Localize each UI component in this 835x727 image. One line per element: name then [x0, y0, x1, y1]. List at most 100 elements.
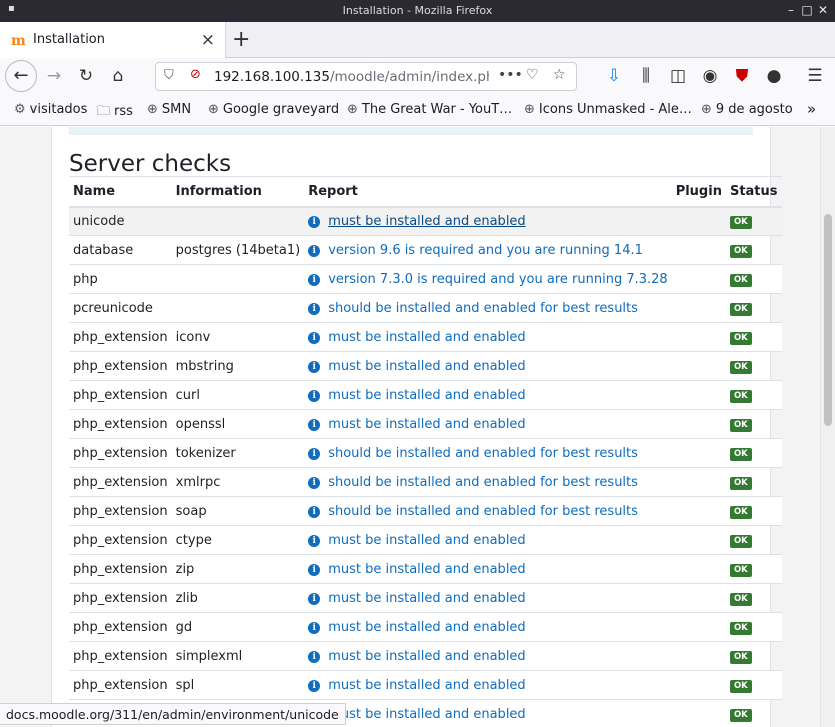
info-icon[interactable]: i — [308, 215, 321, 228]
row-status: OK — [725, 612, 782, 642]
globe-icon: ⊕ — [208, 102, 219, 117]
info-icon[interactable]: i — [308, 302, 321, 315]
report-link[interactable]: must be installed and enabled — [328, 330, 526, 345]
row-name: php_extension — [69, 496, 172, 526]
maximize-icon[interactable]: □ — [800, 3, 814, 17]
row-plugin — [671, 322, 726, 352]
hamburger-menu-icon[interactable]: ☰ — [802, 64, 828, 88]
library-icon[interactable]: ⫼ — [633, 64, 659, 88]
row-plugin — [671, 467, 726, 497]
minimize-icon[interactable]: – — [784, 3, 798, 17]
bookmark-smn[interactable]: ⊕ SMN — [147, 102, 191, 117]
info-icon[interactable]: i — [308, 592, 321, 605]
report-link[interactable]: must be installed and enabled — [328, 417, 526, 432]
scrollbar-thumb[interactable] — [824, 214, 832, 426]
report-link[interactable]: must be installed and enabled — [328, 591, 526, 606]
report-link[interactable]: should be installed and enabled for best… — [328, 475, 638, 490]
report-link[interactable]: should be installed and enabled for best… — [328, 504, 638, 519]
page-heading: Server checks — [69, 151, 232, 177]
close-tab-icon[interactable]: × — [201, 30, 215, 50]
bookmark-google-graveyard[interactable]: ⊕ Google graveyard — [208, 102, 339, 117]
info-icon[interactable]: i — [308, 476, 321, 489]
row-plugin — [671, 264, 726, 294]
ublock-icon[interactable]: ⛊ — [729, 64, 755, 88]
table-row: unicode i must be installed and enabled OK — [69, 206, 782, 236]
info-icon[interactable]: i — [308, 534, 321, 547]
close-window-icon[interactable]: ✕ — [816, 3, 830, 17]
report-link[interactable]: should be installed and enabled for best… — [328, 446, 638, 461]
status-badge: OK — [729, 303, 752, 316]
bookmark-rss[interactable]: 🗀 rss — [97, 102, 133, 124]
report-link[interactable]: version 7.3.0 is required and you are ru… — [328, 272, 668, 287]
extension-icon[interactable]: ◉ — [697, 64, 723, 88]
info-icon[interactable]: i — [308, 505, 321, 518]
info-icon[interactable]: i — [308, 447, 321, 460]
table-row: php_extension openssl i must be installed a… — [69, 409, 782, 439]
row-status: OK — [725, 235, 782, 265]
sidebar-icon[interactable]: ◫ — [665, 64, 691, 88]
status-badge: OK — [729, 274, 752, 287]
table-row: php_extension spl i must be installed and e… — [69, 670, 782, 700]
tracking-shield-icon[interactable]: ⛉ — [164, 68, 174, 83]
info-icon[interactable]: i — [308, 679, 321, 692]
new-tab-icon[interactable]: + — [232, 27, 250, 52]
info-icon[interactable]: i — [308, 563, 321, 576]
report-link[interactable]: must be installed and enabled — [328, 678, 526, 693]
reload-icon[interactable]: ↻ — [73, 64, 99, 88]
url-bar[interactable]: ⛉ ⊘ 192.168.100.135/moodle/admin/index.p… — [155, 62, 577, 91]
row-plugin — [671, 380, 726, 410]
table-row: php_extension soap i should be installed an… — [69, 496, 782, 526]
status-badge: OK — [729, 361, 752, 374]
row-information: zlib — [171, 583, 305, 613]
pocket-icon[interactable]: ♡ — [526, 67, 539, 83]
info-icon[interactable]: i — [308, 650, 321, 663]
row-plugin — [671, 641, 726, 671]
report-link[interactable]: must be installed and enabled — [328, 214, 526, 229]
info-icon[interactable]: i — [308, 418, 321, 431]
row-information: tokenizer — [171, 438, 305, 468]
report-link[interactable]: must be installed and enabled — [328, 649, 526, 664]
page-actions-icon[interactable]: ••• — [498, 67, 523, 83]
report-link[interactable]: must be installed and enabled — [328, 562, 526, 577]
row-plugin — [671, 409, 726, 439]
back-icon[interactable]: ← — [5, 60, 37, 92]
info-icon[interactable]: i — [308, 273, 321, 286]
bookmarks-overflow-icon[interactable]: » — [807, 100, 816, 118]
url-text[interactable]: 192.168.100.135/moodle/admin/index.php?c — [214, 69, 489, 85]
row-information: ctype — [171, 525, 305, 555]
bookmark-star-icon[interactable]: ☆ — [553, 67, 566, 83]
report-link[interactable]: must be installed and enabled — [328, 707, 526, 722]
row-report: i should be installed and enabled for bes… — [304, 293, 672, 323]
bookmark-9-de-agosto[interactable]: ⊕ 9 de agosto — [701, 102, 793, 117]
report-link[interactable]: must be installed and enabled — [328, 533, 526, 548]
status-badge: OK — [729, 506, 752, 519]
row-information — [171, 206, 305, 236]
row-plugin — [671, 612, 726, 642]
report-link[interactable]: must be installed and enabled — [328, 620, 526, 635]
row-name: php — [69, 264, 172, 294]
download-icon[interactable]: ⇩ — [601, 64, 627, 88]
tab-installation[interactable]: m Installation × — [0, 22, 226, 58]
extension-2-icon[interactable]: ● — [761, 64, 787, 88]
report-link[interactable]: must be installed and enabled — [328, 388, 526, 403]
page-viewport: Server checks Name Information Report Pl… — [0, 127, 820, 727]
moodle-favicon-icon: m — [11, 33, 26, 49]
row-report: i must be installed and enabled — [304, 641, 672, 671]
info-icon[interactable]: i — [308, 244, 321, 257]
report-link[interactable]: must be installed and enabled — [328, 359, 526, 374]
info-icon[interactable]: i — [308, 331, 321, 344]
home-icon[interactable]: ⌂ — [105, 64, 131, 88]
report-link[interactable]: should be installed and enabled for best… — [328, 301, 638, 316]
info-icon[interactable]: i — [308, 621, 321, 634]
bookmark-icons-unmasked[interactable]: ⊕ Icons Unmasked - Ale… — [524, 102, 692, 117]
report-link[interactable]: version 9.6 is required and you are runn… — [328, 243, 643, 258]
info-icon[interactable]: i — [308, 389, 321, 402]
info-icon[interactable]: i — [308, 360, 321, 373]
bookmark-visitados[interactable]: ⚙ visitados — [14, 102, 87, 117]
row-plugin — [671, 670, 726, 700]
bookmark-great-war[interactable]: ⊕ The Great War - YouT… — [347, 102, 512, 117]
insecure-lock-icon[interactable]: ⊘ — [190, 67, 201, 82]
vertical-scrollbar[interactable] — [820, 127, 835, 727]
forward-icon[interactable]: → — [41, 64, 67, 88]
row-report: i should be installed and enabled for bes… — [304, 496, 672, 526]
